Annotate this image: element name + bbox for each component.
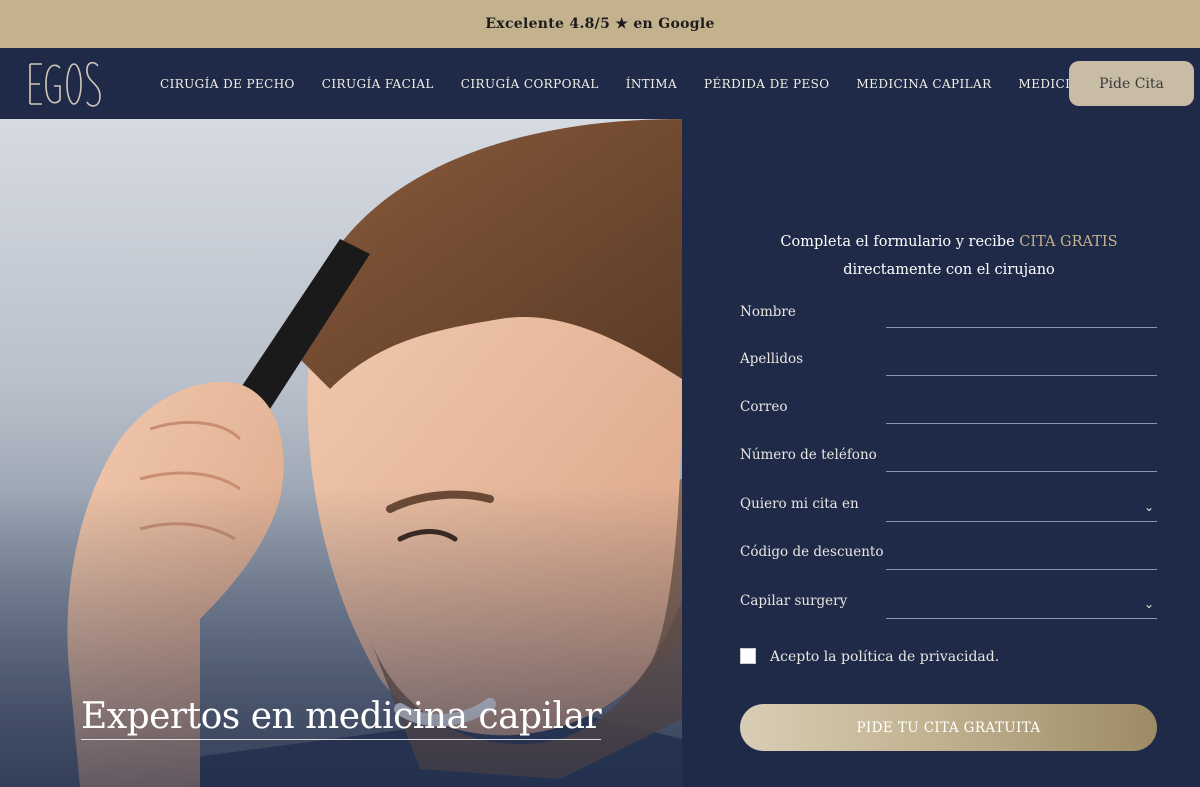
privacy-label: Acepto la política de privacidad.	[770, 649, 1000, 665]
form-intro: Completa el formulario y recibe CITA GRA…	[740, 228, 1158, 284]
hero-title: Expertos en medicina capilar	[81, 696, 602, 740]
chevron-down-icon[interactable]: ⌄	[1144, 500, 1154, 514]
nombre-input[interactable]	[886, 306, 1157, 328]
apellidos-label: Apellidos	[740, 351, 804, 367]
nav-item-cirugia-corporal[interactable]: CIRUGÍA CORPORAL	[461, 77, 599, 91]
privacy-checkbox[interactable]	[740, 648, 756, 664]
rating-text: Excelente 4.8/5 ★ en Google	[485, 16, 715, 32]
capilar-label: Capilar surgery	[740, 593, 848, 609]
submit-button[interactable]: PIDE TU CITA GRATUITA	[740, 704, 1157, 751]
correo-label: Correo	[740, 399, 788, 415]
cita-en-select[interactable]	[886, 500, 1157, 522]
form-intro-text: Completa el formulario y recibe	[780, 234, 1020, 250]
rating-bar: Excelente 4.8/5 ★ en Google	[0, 0, 1200, 48]
telefono-input[interactable]	[886, 450, 1157, 472]
apellidos-input[interactable]	[886, 354, 1157, 376]
form-intro-accent: CITA GRATIS	[1019, 234, 1118, 250]
telefono-label: Número de teléfono	[740, 447, 877, 463]
logo-mark	[29, 61, 101, 107]
hero-image	[0, 119, 682, 787]
nav-item-medicina-capilar[interactable]: MEDICINA CAPILAR	[856, 77, 991, 91]
capilar-select[interactable]	[886, 597, 1157, 619]
nav-item-perdida-peso[interactable]: PÉRDIDA DE PESO	[704, 77, 829, 91]
nav-item-cirugia-facial[interactable]: CIRUGÍA FACIAL	[322, 77, 434, 91]
chevron-down-icon[interactable]: ⌄	[1144, 597, 1154, 611]
cita-en-label: Quiero mi cita en	[740, 496, 859, 512]
nav-item-intima[interactable]: ÍNTIMA	[626, 77, 677, 91]
egos-logo[interactable]	[28, 58, 104, 110]
nav-item-cirugia-pecho[interactable]: CIRUGÍA DE PECHO	[160, 77, 295, 91]
pide-cita-button[interactable]: Pide Cita	[1069, 61, 1194, 106]
correo-input[interactable]	[886, 402, 1157, 424]
nav-menu: CIRUGÍA DE PECHO CIRUGÍA FACIAL CIRUGÍA …	[160, 48, 1189, 119]
form-intro-text-end: directamente con el cirujano	[843, 262, 1055, 278]
main-nav: CIRUGÍA DE PECHO CIRUGÍA FACIAL CIRUGÍA …	[0, 48, 1200, 119]
descuento-input[interactable]	[886, 548, 1157, 570]
descuento-label: Código de descuento	[740, 544, 884, 560]
nombre-label: Nombre	[740, 304, 796, 320]
hero-photo-illustration	[0, 119, 682, 787]
